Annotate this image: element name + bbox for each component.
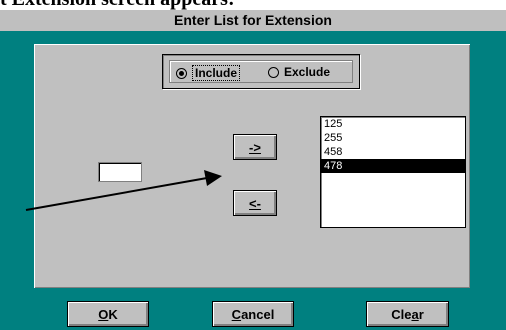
clear-post: r (418, 306, 424, 322)
ok-button[interactable]: OK (67, 301, 149, 327)
exclude-radio[interactable]: Exclude (268, 65, 330, 79)
radio-unselected-icon (268, 66, 279, 78)
exclude-label: Exclude (284, 65, 331, 79)
radio-selected-icon (176, 67, 187, 79)
clear-key: a (411, 306, 419, 322)
include-label: Include (192, 65, 241, 81)
move-right-label: -> (249, 139, 261, 155)
cancel-key: C (231, 306, 242, 322)
list-item[interactable]: 458 (321, 145, 465, 159)
clear-button[interactable]: Cle a r (366, 301, 449, 327)
document-caption: t Extension screen appears: (0, 0, 506, 10)
ok-key: O (98, 306, 109, 322)
list-item[interactable]: 125 (321, 117, 465, 131)
include-exclude-group: Include Exclude (162, 54, 360, 89)
extension-listbox[interactable]: 125 255 458 478 (320, 116, 466, 228)
clear-pre: Cle (391, 306, 412, 322)
move-left-label: <- (249, 195, 261, 211)
ok-post: K (108, 306, 118, 322)
cancel-post: ancel (241, 306, 275, 322)
include-radio[interactable]: Include (176, 65, 241, 81)
dialog-title: Enter List for Extension (0, 10, 506, 31)
dialog-body: Include Exclude -> <- 125 255 458 478 (34, 44, 470, 288)
move-left-button[interactable]: <- (233, 190, 277, 216)
cancel-button[interactable]: Cancel (212, 301, 294, 327)
extension-input[interactable] (98, 162, 142, 182)
list-item[interactable]: 255 (321, 131, 465, 145)
move-right-button[interactable]: -> (233, 134, 277, 160)
extension-dialog: Enter List for Extension Include Exclude… (0, 10, 506, 330)
list-item-selected[interactable]: 478 (321, 159, 465, 173)
radio-frame: Include Exclude (169, 60, 353, 83)
